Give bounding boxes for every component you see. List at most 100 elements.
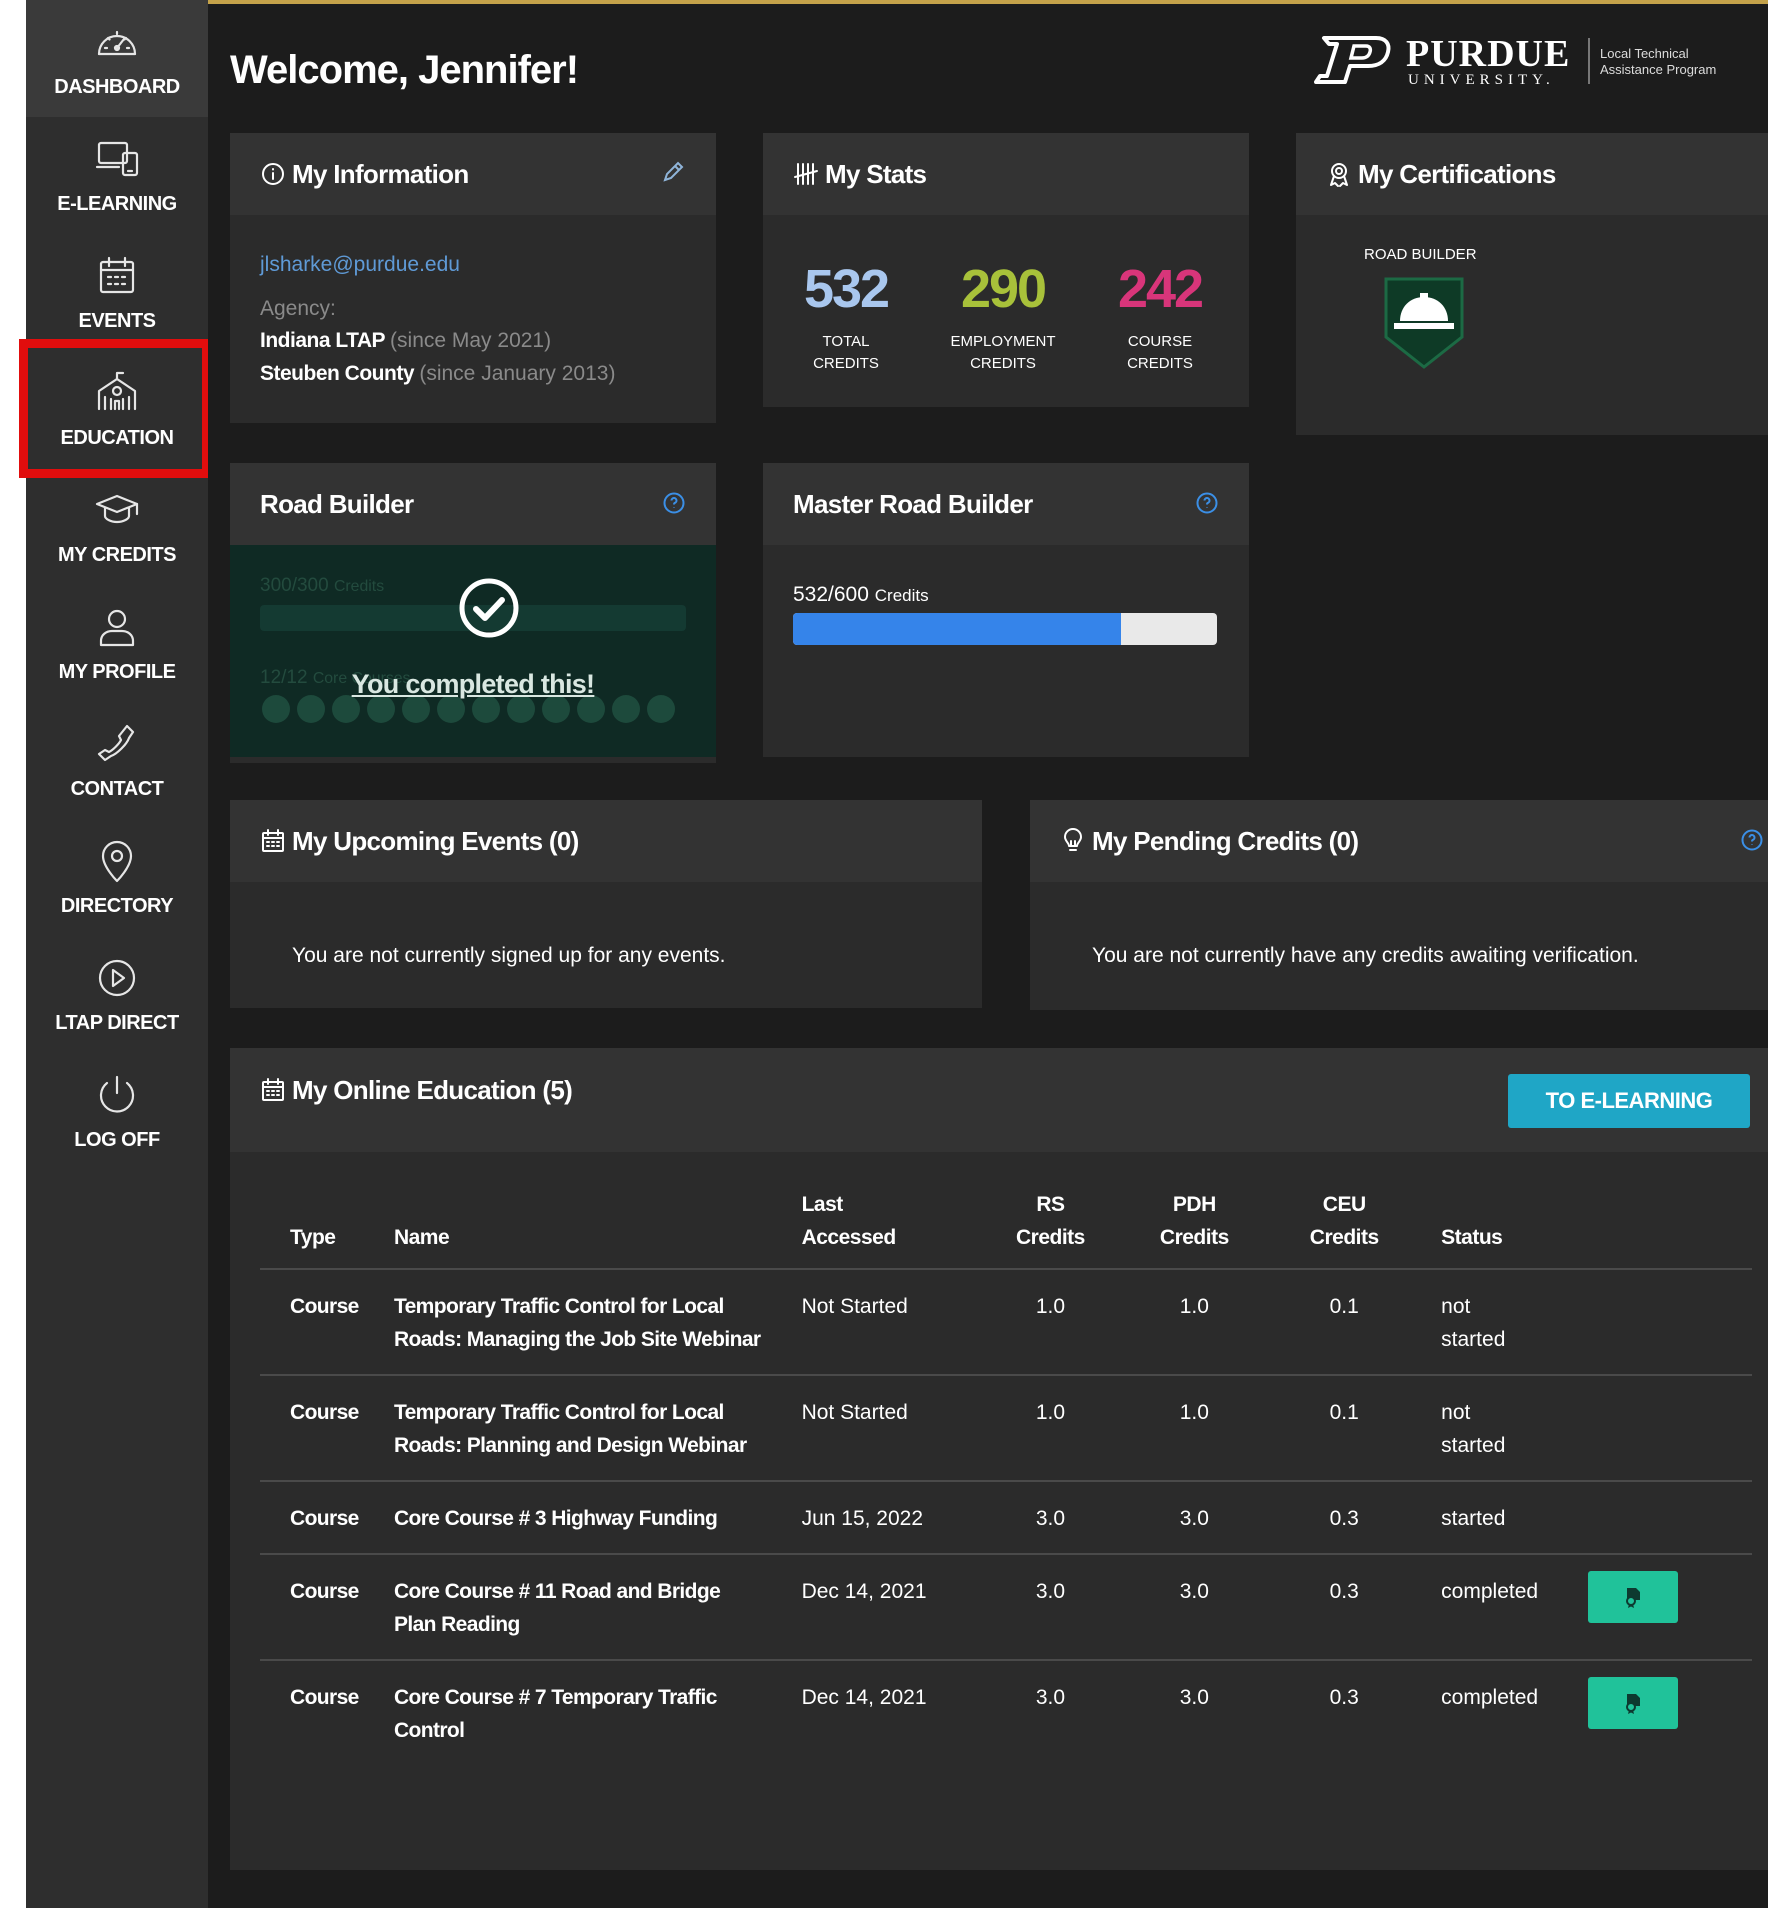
cell-action xyxy=(1588,1659,1752,1765)
col-action xyxy=(1588,1188,1752,1270)
card-title: My Online Education (5) xyxy=(292,1074,573,1105)
table-row[interactable]: Course Core Course # 11 Road and Bridge P… xyxy=(260,1553,1752,1660)
cell-ceu: 0.3 xyxy=(1269,1480,1420,1554)
table-row[interactable]: Course Core Course # 3 Highway Funding Jun… xyxy=(260,1480,1752,1554)
cell-ceu: 0.3 xyxy=(1269,1659,1420,1765)
cell-rs: 3.0 xyxy=(981,1480,1120,1554)
sidebar-item-education[interactable]: EDUCATION xyxy=(26,351,208,468)
online-education-card: My Online Education (5) TO E-LEARNING Ty… xyxy=(230,1048,1768,1870)
tally-icon xyxy=(794,163,818,185)
purdue-logo: PURDUE UNIVERSITY. Local Technical Assis… xyxy=(1310,32,1730,92)
sidebar-item-label: DASHBOARD xyxy=(54,76,180,98)
cell-pdh: 3.0 xyxy=(1119,1480,1270,1554)
logo-divider xyxy=(1588,38,1590,84)
play-circle-icon xyxy=(98,959,136,997)
cell-status: completed xyxy=(1419,1553,1589,1660)
cell-status: started xyxy=(1419,1480,1589,1554)
road-builder-credits: 300/300 Credits xyxy=(260,575,385,596)
col-type[interactable]: Type xyxy=(260,1188,394,1270)
my-certifications-card: My Certifications ROAD BUILDER xyxy=(1296,133,1768,435)
sidebar-item-label: DIRECTORY xyxy=(60,895,174,917)
cell-last: Not Started xyxy=(801,1268,982,1375)
cell-action xyxy=(1588,1553,1752,1660)
sidebar-item-events[interactable]: EVENTS xyxy=(26,234,208,351)
cell-last: Dec 14, 2021 xyxy=(801,1553,982,1660)
master-credits-text: 532/600 Credits xyxy=(793,583,929,606)
cell-pdh: 3.0 xyxy=(1119,1553,1270,1660)
devices-icon xyxy=(95,141,139,177)
table-row[interactable]: Course Core Course # 7 Temporary Traffic … xyxy=(260,1659,1752,1765)
sidebar-item-ltap-direct[interactable]: LTAP DIRECT xyxy=(26,936,208,1053)
cell-name: Temporary Traffic Control for Local Road… xyxy=(393,1268,802,1375)
cell-name: Core Course # 3 Highway Funding xyxy=(393,1480,802,1554)
cell-ceu: 0.1 xyxy=(1269,1268,1420,1375)
graduation-cap-icon xyxy=(95,494,139,524)
events-empty-message: You are not currently signed up for any … xyxy=(292,944,726,967)
card-title: Master Road Builder xyxy=(793,488,1033,519)
col-last-accessed[interactable]: Last Accessed xyxy=(801,1188,982,1270)
help-question-icon[interactable] xyxy=(1195,491,1219,515)
sidebar-item-label: EDUCATION xyxy=(60,427,174,449)
stat-total-credits: 532 TOTAL CREDITS xyxy=(803,259,890,372)
cell-action xyxy=(1588,1480,1752,1554)
sidebar-item-contact[interactable]: CONTACT xyxy=(26,702,208,819)
sidebar-item-elearning[interactable]: E-LEARNING xyxy=(26,117,208,234)
card-title: My Pending Credits (0) xyxy=(1092,825,1359,856)
cell-pdh: 1.0 xyxy=(1119,1268,1270,1375)
card-header: My Pending Credits (0) xyxy=(1030,800,1768,882)
col-name[interactable]: Name xyxy=(393,1188,802,1270)
phone-icon xyxy=(97,724,135,762)
sidebar-item-my-profile[interactable]: MY PROFILE xyxy=(26,585,208,702)
cell-type: Course xyxy=(260,1553,394,1660)
sidebar-nav: DASHBOARD E-LEARNING EVENTS EDUCATION MY… xyxy=(26,0,208,1908)
map-pin-icon xyxy=(101,840,133,883)
pending-empty-message: You are not currently have any credits a… xyxy=(1092,944,1639,967)
upcoming-events-card: My Upcoming Events (0) You are not curre… xyxy=(230,800,982,1008)
master-road-builder-card: Master Road Builder 532/600 Credits xyxy=(763,463,1249,757)
help-question-icon[interactable] xyxy=(662,491,686,515)
help-question-icon[interactable] xyxy=(1740,828,1764,852)
table-header-row: Type Name Last Accessed RS Credits PDH Cred… xyxy=(260,1188,1752,1270)
card-title: My Certifications xyxy=(1358,158,1556,189)
person-icon xyxy=(99,609,135,647)
school-building-icon xyxy=(97,371,137,411)
hard-hat-badge-icon[interactable] xyxy=(1382,273,1466,371)
sidebar-item-my-credits[interactable]: MY CREDITS xyxy=(26,468,208,585)
logo-tagline: Local Technical Assistance Program xyxy=(1600,46,1717,77)
download-certificate-button[interactable] xyxy=(1588,1677,1679,1729)
master-progress-fill xyxy=(793,613,1121,645)
sidebar-item-label: EVENTS xyxy=(78,310,156,332)
download-certificate-button[interactable] xyxy=(1588,1571,1679,1623)
cell-status: completed xyxy=(1419,1659,1589,1765)
stat-course-credits: 242 COURSE CREDITS xyxy=(1117,259,1204,372)
page-title: Welcome, Jennifer! xyxy=(230,48,579,92)
cell-status: not started xyxy=(1419,1268,1589,1375)
cell-status: not started xyxy=(1419,1374,1589,1481)
sidebar-item-directory[interactable]: DIRECTORY xyxy=(26,819,208,936)
table-row[interactable]: Course Temporary Traffic Control for Loca… xyxy=(260,1268,1752,1375)
cell-pdh: 1.0 xyxy=(1119,1374,1270,1481)
agency-line: Indiana LTAP (since May 2021) xyxy=(260,329,552,352)
road-builder-completed-overlay: 300/300 Credits 12/12 Core Courses You c… xyxy=(230,545,716,757)
to-elearning-button[interactable]: TO E-LEARNING xyxy=(1508,1074,1750,1128)
cell-pdh: 3.0 xyxy=(1119,1659,1270,1765)
table-row[interactable]: Course Temporary Traffic Control for Loca… xyxy=(260,1374,1752,1481)
sidebar-item-log-off[interactable]: LOG OFF xyxy=(26,1053,208,1170)
card-title: My Upcoming Events (0) xyxy=(292,825,579,856)
pencil-edit-icon[interactable] xyxy=(660,159,686,185)
sidebar-item-dashboard[interactable]: DASHBOARD xyxy=(26,0,208,117)
col-rs-credits[interactable]: RS Credits xyxy=(981,1188,1120,1270)
master-progress-bar xyxy=(793,613,1217,645)
cell-name: Temporary Traffic Control for Local Road… xyxy=(393,1374,802,1481)
cell-action xyxy=(1588,1374,1752,1481)
sidebar-item-label: E-LEARNING xyxy=(57,193,177,215)
certificate-download-icon xyxy=(1626,1588,1641,1608)
cell-ceu: 0.3 xyxy=(1269,1553,1420,1660)
col-pdh-credits[interactable]: PDH Credits xyxy=(1119,1188,1270,1270)
col-ceu-credits[interactable]: CEU Credits xyxy=(1269,1188,1420,1270)
purdue-p-logo-icon xyxy=(1314,36,1391,84)
completed-link[interactable]: You completed this! xyxy=(230,669,716,700)
cell-rs: 3.0 xyxy=(981,1659,1120,1765)
email-link[interactable]: jlsharke@purdue.edu xyxy=(260,253,460,277)
col-status[interactable]: Status xyxy=(1419,1188,1589,1270)
